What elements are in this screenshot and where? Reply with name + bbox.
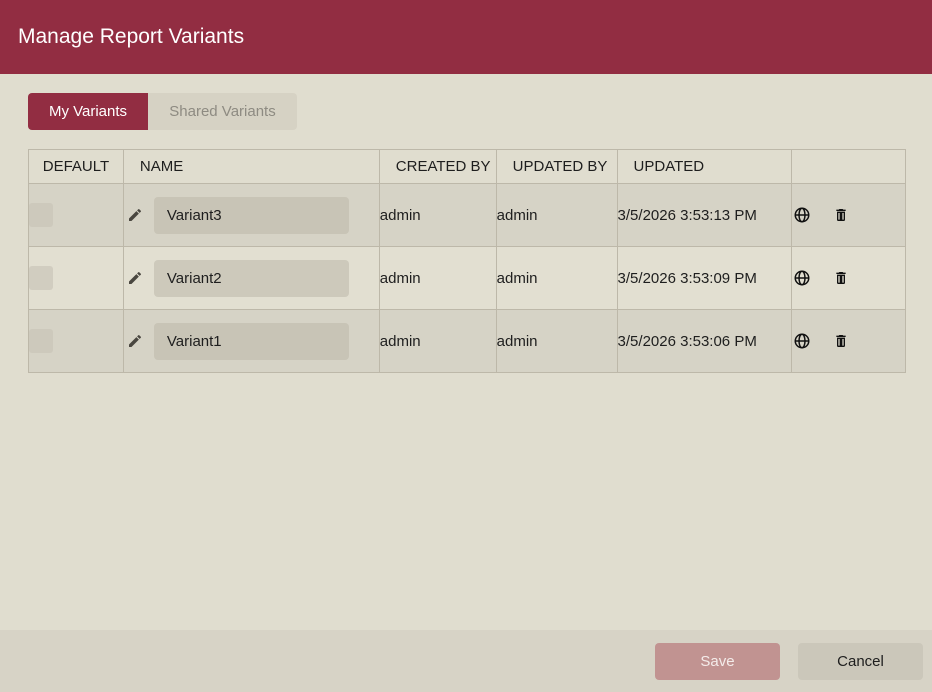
variant-name-input[interactable] xyxy=(153,322,349,360)
updated-by-cell: admin xyxy=(495,309,618,373)
created-by-cell: admin xyxy=(378,246,497,310)
globe-icon[interactable] xyxy=(792,331,812,351)
name-cell xyxy=(122,183,380,247)
table-row: admin admin 3/5/2026 3:53:06 PM xyxy=(28,309,906,373)
tab-my-variants-label: My Variants xyxy=(48,103,128,120)
column-header-name: NAME xyxy=(122,149,380,184)
actions-cell xyxy=(791,183,906,247)
trash-icon[interactable] xyxy=(831,331,851,351)
default-cell xyxy=(28,246,124,310)
updated-by-cell: admin xyxy=(495,246,618,310)
trash-icon[interactable] xyxy=(831,205,851,225)
default-checkbox[interactable] xyxy=(29,329,53,353)
tab-my-variants[interactable]: My Variants xyxy=(28,93,148,130)
column-header-default: DEFAULT xyxy=(28,149,124,184)
globe-icon[interactable] xyxy=(792,268,812,288)
cancel-button[interactable]: Cancel xyxy=(798,643,923,680)
name-cell xyxy=(122,246,380,310)
actions-cell xyxy=(791,246,906,310)
updated-cell: 3/5/2026 3:53:09 PM xyxy=(616,246,793,310)
column-header-updated-by: UPDATED BY xyxy=(495,149,618,184)
actions-cell xyxy=(791,309,906,373)
pencil-icon[interactable] xyxy=(124,204,146,226)
column-header-created-by: CREATED BY xyxy=(378,149,497,184)
column-header-actions xyxy=(791,149,906,184)
dialog-title: Manage Report Variants xyxy=(18,25,245,48)
tab-shared-variants-label: Shared Variants xyxy=(169,103,276,120)
default-checkbox[interactable] xyxy=(29,266,53,290)
pencil-icon[interactable] xyxy=(124,267,146,289)
table-row: admin admin 3/5/2026 3:53:09 PM xyxy=(28,246,906,310)
tab-shared-variants[interactable]: Shared Variants xyxy=(148,93,297,130)
save-button[interactable]: Save xyxy=(655,643,780,680)
variant-name-input[interactable] xyxy=(153,259,349,297)
default-cell xyxy=(28,183,124,247)
table-row: admin admin 3/5/2026 3:53:13 PM xyxy=(28,183,906,247)
dialog-footer: Save Cancel xyxy=(0,630,932,692)
updated-cell: 3/5/2026 3:53:13 PM xyxy=(616,183,793,247)
default-checkbox[interactable] xyxy=(29,203,53,227)
updated-by-cell: admin xyxy=(495,183,618,247)
pencil-icon[interactable] xyxy=(124,330,146,352)
trash-icon[interactable] xyxy=(831,268,851,288)
updated-cell: 3/5/2026 3:53:06 PM xyxy=(616,309,793,373)
default-cell xyxy=(28,309,124,373)
column-header-updated: UPDATED xyxy=(616,149,793,184)
created-by-cell: admin xyxy=(378,183,497,247)
variant-name-input[interactable] xyxy=(153,196,349,234)
manage-report-variants-dialog: Manage Report Variants My Variants Share… xyxy=(0,0,932,692)
name-cell xyxy=(122,309,380,373)
created-by-cell: admin xyxy=(378,309,497,373)
table-header-row: DEFAULT NAME CREATED BY UPDATED BY UPDAT… xyxy=(28,149,906,184)
globe-icon[interactable] xyxy=(792,205,812,225)
dialog-header: Manage Report Variants xyxy=(0,0,932,74)
variants-table: DEFAULT NAME CREATED BY UPDATED BY UPDAT… xyxy=(28,149,906,373)
variant-tabs: My Variants Shared Variants xyxy=(28,93,297,130)
